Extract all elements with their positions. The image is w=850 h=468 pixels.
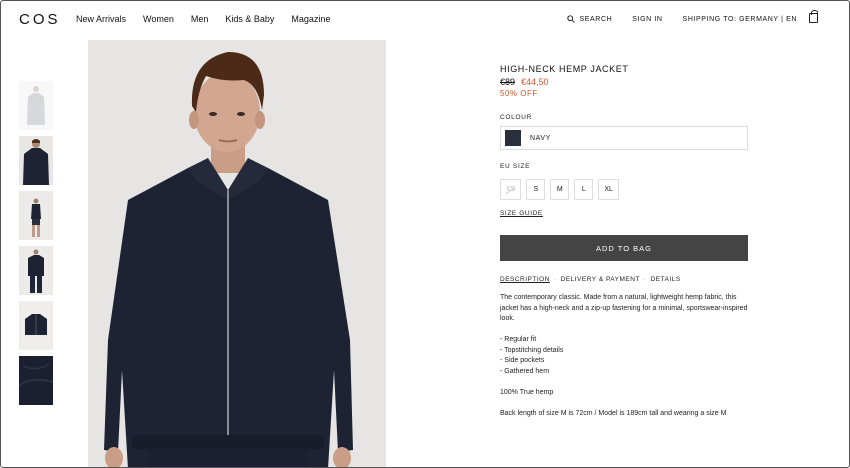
fit-note: Back length of size M is 72cm / Model is…	[500, 409, 727, 417]
search-label: SEARCH	[579, 15, 613, 23]
size-option-xs[interactable]: XS	[500, 179, 522, 200]
size-option-m[interactable]: M	[550, 179, 570, 200]
colour-selector[interactable]: NAVY	[500, 126, 748, 150]
thumbnail-figure	[19, 191, 53, 240]
add-to-bag-button[interactable]: ADD TO BAG	[500, 235, 748, 261]
size-label: EU SIZE	[500, 163, 531, 170]
shopping-bag-icon[interactable]	[809, 10, 818, 23]
sign-in-link[interactable]: SIGN IN	[632, 16, 662, 23]
feature-item: - Gathered hem	[500, 367, 550, 375]
model-illustration	[88, 40, 386, 467]
colour-swatch	[505, 130, 521, 146]
brand-logo[interactable]: COS	[19, 11, 61, 28]
thumbnail-list	[19, 81, 53, 405]
sale-price: €44,50	[521, 77, 549, 87]
product-title: HIGH-NECK HEMP JACKET	[500, 64, 629, 74]
thumbnail-figure	[19, 136, 53, 185]
thumbnail-figure	[19, 81, 53, 130]
original-price: €89	[500, 77, 516, 87]
size-option-s[interactable]: S	[526, 179, 546, 200]
thumbnail-figure	[19, 301, 53, 350]
main-product-image[interactable]	[88, 40, 386, 467]
thumbnail-image[interactable]	[19, 356, 53, 405]
feature-item: - Regular fit	[500, 336, 537, 343]
search-button[interactable]: SEARCH	[566, 15, 613, 23]
colour-name: NAVY	[530, 134, 551, 142]
colour-label: COLOUR	[500, 114, 533, 121]
nav-kids-baby[interactable]: Kids & Baby	[225, 14, 274, 24]
nav-men[interactable]: Men	[191, 14, 209, 24]
product-info-panel: HIGH-NECK HEMP JACKET €89 €44,50 50% OFF…	[500, 64, 748, 417]
search-icon	[566, 15, 575, 23]
tab-description[interactable]: DESCRIPTION	[500, 276, 550, 283]
nav-new-arrivals[interactable]: New Arrivals	[76, 14, 126, 24]
tab-delivery-payment[interactable]: DELIVERY & PAYMENT	[561, 276, 640, 283]
size-guide-link[interactable]: SIZE GUIDE	[500, 210, 543, 217]
thumbnail-image[interactable]	[19, 81, 53, 130]
info-tabs: DESCRIPTION · DELIVERY & PAYMENT · DETAI…	[500, 276, 681, 283]
page-frame: COS New Arrivals Women Men Kids & Baby M…	[0, 0, 850, 468]
size-option-l[interactable]: L	[574, 179, 594, 200]
product-description: The contemporary classic. Made from a na…	[500, 293, 750, 430]
utility-nav: SEARCH SIGN IN SHIPPING TO: GERMANY | EN	[566, 15, 818, 23]
size-option-xl[interactable]: XL	[598, 179, 619, 200]
nav-magazine[interactable]: Magazine	[291, 14, 330, 24]
material-text: 100% True hemp	[500, 388, 554, 396]
shipping-selector[interactable]: SHIPPING TO: GERMANY | EN	[683, 16, 797, 23]
feature-list: - Regular fit - Topstitching details - S…	[500, 335, 750, 377]
size-options: XS S M L XL	[500, 179, 619, 200]
feature-item: - Topstitching details	[500, 346, 564, 354]
thumbnail-image[interactable]	[19, 246, 53, 295]
feature-item: - Side pockets	[500, 357, 545, 364]
discount-badge: 50% OFF	[500, 89, 538, 98]
thumbnail-figure	[19, 356, 53, 405]
tab-details[interactable]: DETAILS	[651, 276, 681, 283]
price-block: €89 €44,50	[500, 77, 748, 87]
main-nav: New Arrivals Women Men Kids & Baby Magaz…	[76, 14, 330, 24]
thumbnail-image[interactable]	[19, 191, 53, 240]
tab-separator: ·	[553, 276, 557, 283]
description-text: The contemporary classic. Made from a na…	[500, 294, 748, 322]
nav-women[interactable]: Women	[143, 14, 174, 24]
thumbnail-figure	[19, 246, 53, 295]
thumbnail-image[interactable]	[19, 136, 53, 185]
tab-separator: ·	[643, 276, 647, 283]
thumbnail-image[interactable]	[19, 301, 53, 350]
